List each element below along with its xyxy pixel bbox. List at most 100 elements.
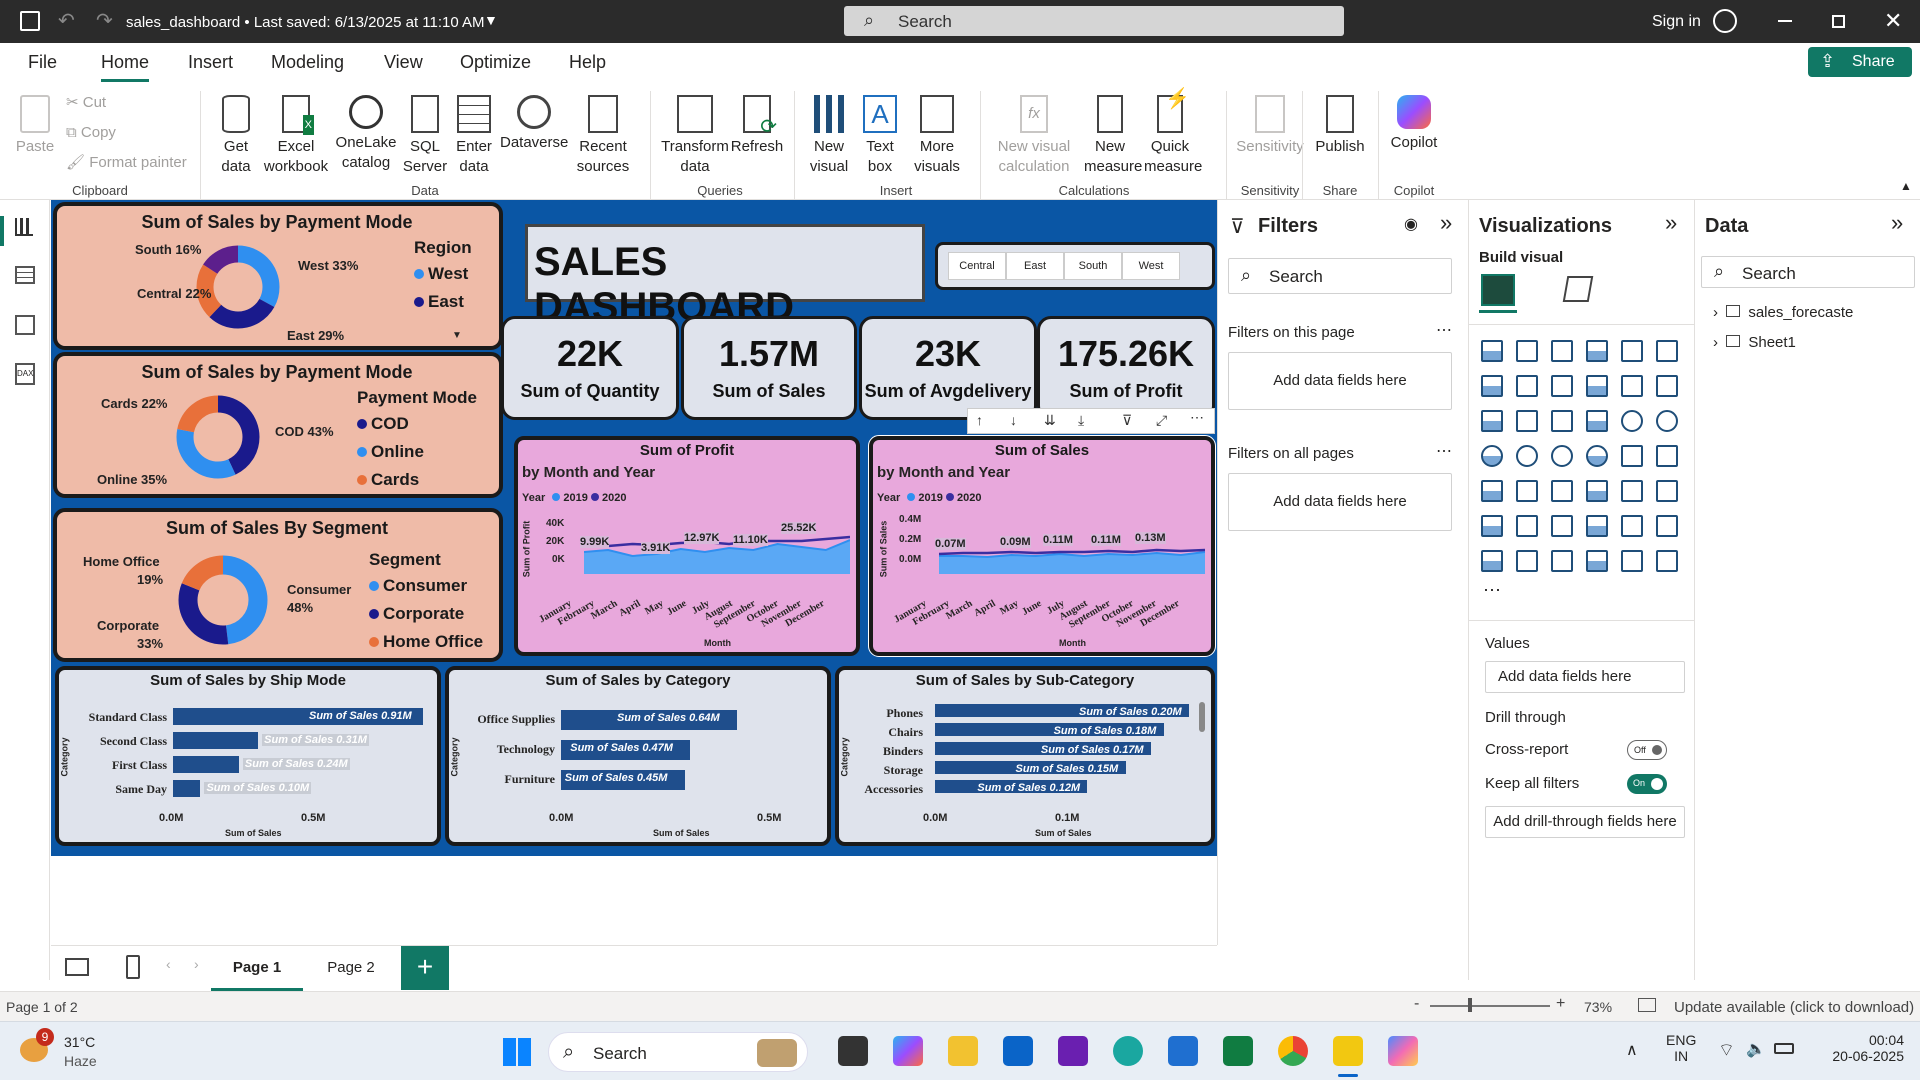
new-visual-button[interactable]: New visual	[804, 95, 854, 177]
table-item[interactable]: › Sheet1	[1713, 334, 1796, 351]
volume-icon[interactable]: 🔈	[1746, 1039, 1766, 1059]
collapse-filters-icon[interactable]: »	[1440, 210, 1452, 236]
bar[interactable]	[173, 756, 239, 773]
tab-file[interactable]: File	[28, 52, 57, 73]
bar[interactable]	[173, 780, 201, 797]
photos-icon[interactable]	[1168, 1036, 1198, 1066]
stacked-column-icon[interactable]	[1516, 340, 1538, 362]
drill-through-well[interactable]: Add drill-through fields here	[1485, 806, 1685, 838]
enter-data-button[interactable]: Enter data	[452, 95, 496, 177]
desktop-layout-icon[interactable]	[65, 958, 89, 976]
get-more-visuals-icon[interactable]	[1656, 550, 1678, 572]
paste-button[interactable]: Paste	[12, 95, 58, 157]
values-well[interactable]: Add data fields here	[1485, 661, 1685, 693]
report-view-icon[interactable]	[0, 216, 4, 246]
dataverse-button[interactable]: Dataverse	[500, 95, 568, 153]
kpi-card-avgdelivery[interactable]: 23K Sum of Avgdelivery	[859, 316, 1037, 420]
sensitivity-button[interactable]: Sensitivity	[1230, 95, 1310, 157]
100-column-icon[interactable]	[1656, 340, 1678, 362]
bar[interactable]	[173, 732, 259, 749]
kpi-card-sales[interactable]: 1.57M Sum of Sales	[681, 316, 857, 420]
bar-chart-category[interactable]: Sum of Sales by Category Category Office…	[445, 666, 831, 846]
kpi-card-profit[interactable]: 175.26K Sum of Profit	[1037, 316, 1215, 420]
button-slicer-icon[interactable]	[1551, 550, 1573, 572]
excel-taskbar-icon[interactable]	[1223, 1036, 1253, 1066]
add-page-button[interactable]: +	[401, 946, 449, 990]
new-measure-button[interactable]: New measure	[1084, 95, 1142, 177]
zoom-slider[interactable]	[1430, 1005, 1550, 1007]
text-box-button[interactable]: A Text box	[858, 95, 902, 177]
close-icon[interactable]: ✕	[1884, 8, 1902, 34]
tab-help[interactable]: Help	[569, 52, 606, 73]
scatter-icon[interactable]	[1586, 410, 1608, 432]
gemini-icon[interactable]	[1388, 1036, 1418, 1066]
wifi-icon[interactable]: ⌔	[1718, 1039, 1735, 1062]
multirow-card-icon[interactable]	[1481, 480, 1503, 502]
refresh-button[interactable]: ⟳ Refresh	[730, 95, 784, 157]
r-visual-icon[interactable]	[1656, 480, 1678, 502]
scrollbar[interactable]	[1199, 702, 1205, 732]
power-apps-icon[interactable]	[1586, 550, 1608, 572]
more-options-icon[interactable]: ⋯	[1436, 320, 1452, 340]
data-search-input[interactable]: ⌕ Search	[1701, 256, 1915, 288]
collapse-data-icon[interactable]: »	[1891, 210, 1903, 236]
line-column-icon[interactable]	[1656, 375, 1678, 397]
page-tab-1[interactable]: Page 1	[211, 946, 303, 992]
gauge-icon[interactable]	[1621, 445, 1643, 467]
onelake-button[interactable]: OneLake catalog	[334, 95, 398, 173]
focus-mode-icon[interactable]: ⤢	[1156, 412, 1167, 429]
funnel-icon[interactable]	[1516, 410, 1538, 432]
donut-card-region[interactable]: Sum of Sales by Payment Mode South 16% W…	[53, 202, 503, 350]
undo-icon[interactable]: ↶	[58, 8, 75, 33]
taskbar-search-input[interactable]: ⌕ Search	[548, 1032, 808, 1072]
python-visual-icon[interactable]	[1481, 515, 1503, 537]
start-button[interactable]	[503, 1038, 531, 1066]
eye-icon[interactable]: ◉	[1404, 214, 1418, 234]
100-bar-icon[interactable]	[1621, 340, 1643, 362]
stacked-funnel-icon[interactable]	[1551, 410, 1573, 432]
matrix-icon[interactable]	[1621, 480, 1643, 502]
legend-item[interactable]: Corporate	[369, 604, 464, 624]
battery-icon[interactable]	[1774, 1043, 1794, 1054]
line-stacked-icon[interactable]	[1481, 410, 1503, 432]
drill-down-icon[interactable]: ↓	[1010, 412, 1017, 428]
kpi-icon[interactable]	[1516, 480, 1538, 502]
new-card-icon[interactable]	[1516, 550, 1538, 572]
collapse-ribbon-icon[interactable]: ▲	[1900, 179, 1912, 193]
sql-server-button[interactable]: SQL Server	[402, 95, 448, 177]
more-visuals-icon[interactable]: ⋯	[1483, 580, 1501, 601]
line-chart-sales[interactable]: Sum of Sales by Month and Year Year 2019…	[868, 435, 1216, 657]
outlook-icon[interactable]	[1003, 1036, 1033, 1066]
zoom-out-button[interactable]: -	[1414, 995, 1419, 1013]
legend-item[interactable]: 2019	[903, 492, 943, 504]
more-options-icon[interactable]: ⋯	[1190, 409, 1204, 426]
zoom-in-button[interactable]: +	[1556, 995, 1565, 1013]
donut-card-segment[interactable]: Sum of Sales By Segment Home Office 19% …	[53, 508, 503, 662]
tab-modeling[interactable]: Modeling	[271, 52, 344, 73]
tab-view[interactable]: View	[384, 52, 423, 73]
slicer-icon[interactable]	[1551, 480, 1573, 502]
model-view-icon[interactable]	[15, 315, 35, 335]
voot-icon[interactable]	[1058, 1036, 1088, 1066]
zoom-slider-thumb[interactable]	[1468, 998, 1472, 1012]
publish-button[interactable]: Publish	[1310, 95, 1370, 157]
task-view-icon[interactable]	[838, 1036, 868, 1066]
pie-icon[interactable]	[1621, 410, 1643, 432]
paginated-report-icon[interactable]	[1481, 550, 1503, 572]
collapse-viz-icon[interactable]: »	[1665, 210, 1677, 236]
bar-chart-subcategory[interactable]: Sum of Sales by Sub-Category Category Ph…	[835, 666, 1215, 846]
report-view-button[interactable]	[15, 218, 33, 236]
get-data-button[interactable]: Get data	[208, 95, 264, 177]
more-visuals-button[interactable]: More visuals	[904, 95, 970, 177]
expand-level-icon[interactable]: ⤓	[1078, 412, 1084, 429]
region-slicer[interactable]: Central East South West	[935, 242, 1215, 290]
slicer-option-east[interactable]: East	[1006, 252, 1064, 280]
area-chart-icon[interactable]	[1516, 375, 1538, 397]
legend-item[interactable]: Online	[357, 442, 424, 462]
new-visual-calculation-button[interactable]: fx New visual calculation	[990, 95, 1078, 177]
clustered-column-icon[interactable]	[1586, 340, 1608, 362]
page-nav-left-icon[interactable]: ‹	[166, 956, 171, 972]
key-influencers-icon[interactable]	[1516, 515, 1538, 537]
tab-home[interactable]: Home	[101, 52, 149, 73]
filled-map-icon[interactable]	[1551, 445, 1573, 467]
